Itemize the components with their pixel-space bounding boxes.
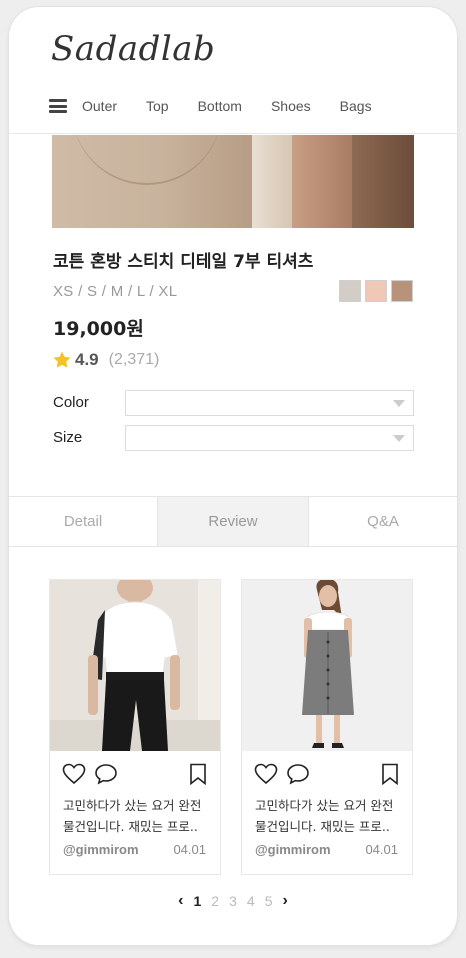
review-actions (62, 763, 208, 787)
review-username[interactable]: @gimmirom (63, 842, 139, 857)
chevron-down-icon (393, 435, 405, 442)
heart-icon[interactable] (254, 763, 278, 785)
tab-review[interactable]: Review (157, 497, 308, 546)
chevron-down-icon (393, 400, 405, 407)
product-price: 19,000원 (53, 318, 144, 340)
page-5[interactable]: 5 (265, 893, 273, 909)
page-4[interactable]: 4 (247, 893, 255, 909)
review-date: 04.01 (173, 842, 206, 857)
phone-frame: Sadadlab Outer Top Bottom Shoes Bags 코튼 … (9, 7, 457, 945)
color-label: Color (53, 394, 89, 411)
review-card[interactable]: 고민하다가 샀는 요거 완전 물건입니다. 재밌는 프로.. @gimmirom… (49, 579, 221, 875)
comment-icon[interactable] (286, 763, 310, 785)
category-nav: Outer Top Bottom Shoes Bags (49, 95, 401, 117)
brand-logo[interactable]: Sadadlab (51, 29, 215, 69)
page-1[interactable]: 1 (194, 893, 202, 909)
rating-count: (2,371) (108, 351, 160, 368)
comment-icon[interactable] (94, 763, 118, 785)
page-2[interactable]: 2 (211, 893, 219, 909)
review-text: 고민하다가 샀는 요거 완전 물건입니다. 재밌는 프로.. (63, 798, 202, 834)
color-swatches (339, 280, 413, 302)
menu-icon[interactable] (49, 99, 67, 113)
product-rating: 4.9 (2,371) (52, 350, 159, 370)
bookmark-icon[interactable] (380, 763, 400, 785)
nav-item-outer[interactable]: Outer (82, 98, 117, 114)
header-divider (9, 133, 457, 134)
rating-score: 4.9 (75, 350, 99, 369)
review-username[interactable]: @gimmirom (255, 842, 331, 857)
product-tabs: Detail Review Q&A (9, 496, 457, 547)
product-sizes: XS / S / M / L / XL (53, 283, 178, 300)
product-title: 코튼 혼방 스티치 디테일 7부 티셔츠 (53, 252, 314, 272)
swatch-pink[interactable] (365, 280, 387, 302)
swatch-gray[interactable] (339, 280, 361, 302)
prev-page-button[interactable]: ‹ (178, 892, 183, 910)
page-3[interactable]: 3 (229, 893, 237, 909)
next-page-button[interactable]: › (282, 892, 287, 910)
review-photo[interactable] (50, 580, 220, 751)
review-photo[interactable] (242, 580, 412, 751)
review-date: 04.01 (365, 842, 398, 857)
heart-icon[interactable] (62, 763, 86, 785)
product-image (52, 135, 414, 228)
tab-qna[interactable]: Q&A (308, 497, 457, 546)
nav-item-bottom[interactable]: Bottom (198, 98, 242, 114)
star-icon (53, 351, 71, 368)
swatch-brown[interactable] (391, 280, 413, 302)
nav-item-bags[interactable]: Bags (340, 98, 372, 114)
nav-item-shoes[interactable]: Shoes (271, 98, 311, 114)
pagination: ‹ 1 2 3 4 5 › (9, 892, 457, 910)
tab-detail[interactable]: Detail (9, 497, 157, 546)
review-actions (254, 763, 400, 787)
bookmark-icon[interactable] (188, 763, 208, 785)
size-label: Size (53, 429, 83, 446)
color-select[interactable] (125, 390, 414, 416)
review-card[interactable]: 고민하다가 샀는 요거 완전 물건입니다. 재밌는 프로.. @gimmirom… (241, 579, 413, 875)
size-select[interactable] (125, 425, 414, 451)
nav-item-top[interactable]: Top (146, 98, 169, 114)
review-text: 고민하다가 샀는 요거 완전 물건입니다. 재밌는 프로.. (255, 798, 394, 834)
